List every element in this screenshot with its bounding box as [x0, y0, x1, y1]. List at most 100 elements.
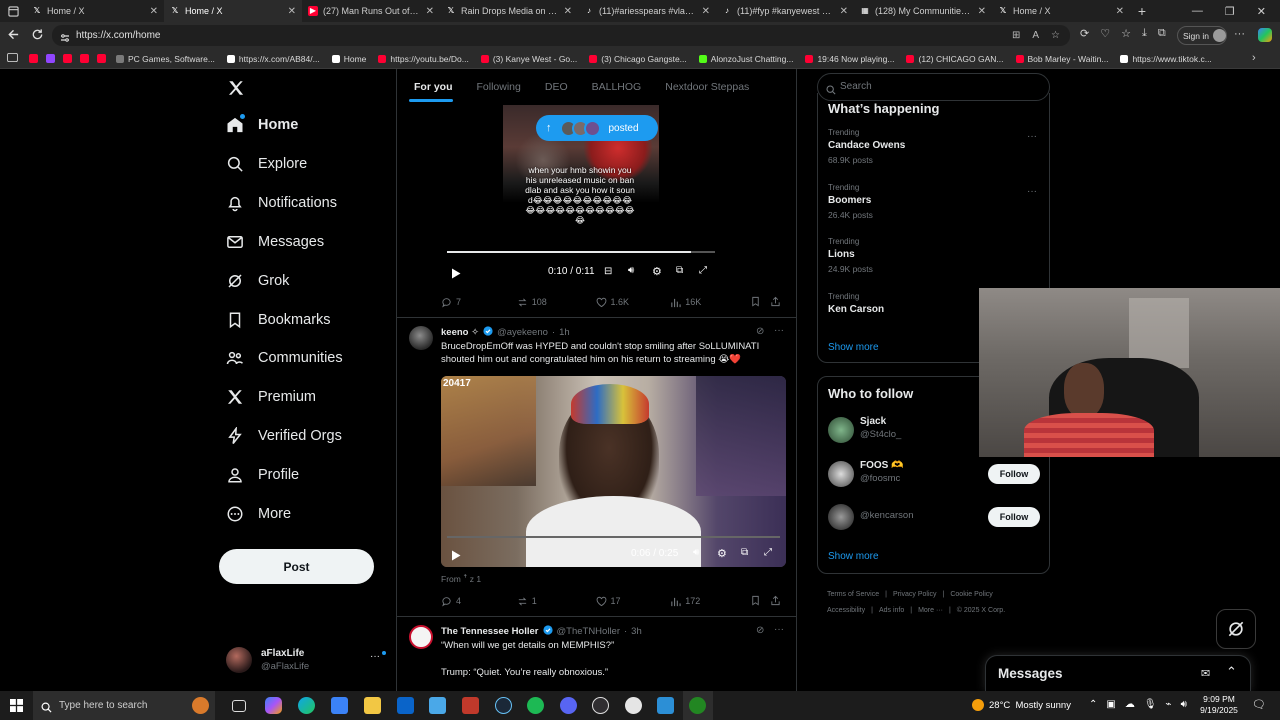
refresh-icon[interactable] — [31, 28, 44, 46]
footer-link[interactable]: Terms of Service — [827, 587, 879, 603]
app-icon[interactable] — [625, 697, 642, 714]
share-icon[interactable] — [770, 296, 781, 309]
video-progress-track[interactable] — [447, 251, 715, 253]
close-window-button[interactable]: ✕ — [1257, 5, 1266, 18]
account-switcher[interactable]: aFlaxLife @aFlaxLife ··· — [226, 645, 396, 679]
taskbar-search-input[interactable]: Type here to search — [33, 691, 215, 720]
tab-actions-icon[interactable] — [0, 0, 26, 22]
fullscreen-icon[interactable]: ⤢ — [764, 547, 772, 558]
bookmark-icon[interactable] — [750, 296, 770, 309]
avatar[interactable] — [409, 326, 433, 350]
collections-icon[interactable]: ⧉ — [1158, 27, 1166, 40]
outlook-icon[interactable] — [397, 697, 414, 714]
network-icon[interactable]: ⌁ — [1166, 699, 1172, 710]
feed-tab[interactable]: For you — [397, 69, 465, 105]
browser-tab[interactable]: 𝕏 Home / X ✕ — [992, 0, 1130, 22]
author-handle[interactable]: @ayekeeno — [497, 327, 548, 338]
footer-link[interactable]: Accessibility — [827, 603, 865, 619]
nav-item-premium[interactable]: Premium — [226, 388, 316, 406]
avatar[interactable] — [828, 504, 854, 530]
nav-item-profile[interactable]: Profile — [226, 466, 299, 484]
post-more-icon[interactable]: ··· — [774, 624, 784, 635]
store-icon[interactable] — [331, 697, 348, 714]
x-logo-icon[interactable] — [227, 79, 245, 102]
feed-tab[interactable]: Following — [465, 69, 533, 105]
grok-button[interactable] — [1216, 609, 1256, 649]
tweet[interactable]: The Tennessee Holler @TheTNHoller · 3h ⊘… — [397, 617, 797, 691]
views-button[interactable]: 16K — [670, 297, 750, 308]
url-input[interactable]: https://x.com/home ⊞ A ☆ — [52, 25, 1070, 46]
views-button[interactable]: 172 — [670, 596, 750, 607]
footer-link[interactable]: More ··· — [918, 603, 943, 619]
task-view-icon[interactable] — [232, 700, 246, 712]
volume-icon[interactable]: 🔊︎ — [1181, 699, 1187, 710]
source-attribution[interactable]: From ꜛ z 1 — [441, 574, 481, 584]
footer-link[interactable]: © 2025 X Corp. — [957, 603, 1005, 619]
show-hidden-icons-icon[interactable]: ⌃ — [1089, 699, 1097, 710]
bookmark-item[interactable]: (3) Kanye West - Go... — [475, 54, 583, 64]
pinned-site-icon[interactable] — [63, 54, 72, 63]
discord-icon[interactable] — [560, 697, 577, 714]
app-icon[interactable] — [462, 697, 479, 714]
footer-link[interactable]: Ads info — [879, 603, 904, 619]
file-explorer-icon[interactable] — [364, 697, 381, 714]
captions-icon[interactable]: ⊟ — [604, 266, 612, 277]
pinned-site-icon[interactable] — [80, 54, 89, 63]
nav-item-home[interactable]: Home — [226, 114, 298, 134]
pip-icon[interactable]: ⧉ — [676, 265, 683, 276]
bookmark-item[interactable]: https://x.com/AB84/... — [221, 54, 326, 64]
close-tab-icon[interactable]: ✕ — [1116, 6, 1124, 17]
author-handle[interactable]: @TheTNHoller — [557, 626, 621, 637]
nav-item-bookmarks[interactable]: Bookmarks — [226, 311, 331, 329]
nav-item-messages[interactable]: Messages — [226, 233, 324, 251]
minimize-button[interactable]: — — [1192, 5, 1203, 17]
new-posts-pill[interactable]: ↑ posted — [536, 115, 658, 141]
favorite-star-icon[interactable]: ☆ — [1051, 25, 1060, 46]
account-more-icon[interactable]: ··· — [370, 651, 380, 662]
trend-more-icon[interactable]: ··· — [1027, 131, 1037, 142]
browser-tab[interactable]: ▦ (128) My Communities - de ✕ — [854, 0, 992, 22]
post-more-icon[interactable]: ··· — [774, 325, 784, 336]
trend-more-icon[interactable]: ··· — [1027, 186, 1037, 197]
search-highlight-icon[interactable] — [192, 697, 209, 714]
bookmark-item[interactable]: Bob Marley - Waitin... — [1010, 54, 1115, 64]
close-tab-icon[interactable]: ✕ — [564, 6, 572, 17]
show-more-link[interactable]: Show more — [828, 551, 879, 562]
new-tab-button[interactable]: + — [1130, 3, 1154, 19]
back-arrow-icon[interactable] — [7, 28, 20, 46]
copilot-taskbar-icon[interactable] — [265, 697, 282, 714]
pinned-site-icon[interactable] — [97, 54, 106, 63]
play-icon[interactable] — [451, 548, 461, 566]
grok-icon[interactable]: ⊘ — [756, 326, 764, 337]
settings-more-icon[interactable]: ··· — [1234, 28, 1245, 40]
nav-item-notifications[interactable]: Notifications — [226, 194, 337, 212]
obs-icon[interactable] — [592, 697, 609, 714]
pinned-site-icon[interactable] — [46, 54, 55, 63]
edge-icon[interactable] — [298, 697, 315, 714]
app-icon[interactable] — [657, 697, 674, 714]
bookmark-item[interactable]: PC Games, Software... — [110, 54, 221, 64]
close-tab-icon[interactable]: ✕ — [150, 6, 158, 17]
bookmark-item[interactable]: (12) CHICAGO GAN... — [900, 54, 1009, 64]
fullscreen-icon[interactable]: ⤢ — [699, 265, 707, 276]
avatar[interactable] — [828, 460, 854, 487]
pinned-site-icon[interactable] — [29, 54, 38, 63]
tweet[interactable]: keeno ✧ @ayekeeno · 1h ⊘ ··· BruceDropEm… — [397, 318, 797, 616]
settings-gear-icon[interactable]: ⚙ — [717, 547, 727, 560]
feed-tab[interactable]: DEO — [533, 69, 580, 105]
browser-tab[interactable]: ♪ (11)#ariesspears #vladtv # ✕ — [578, 0, 716, 22]
sign-in-button[interactable]: Sign in — [1177, 26, 1227, 45]
like-button[interactable]: 1.6K — [596, 297, 671, 308]
restore-button[interactable]: ❐ — [1225, 5, 1235, 18]
browser-tab[interactable]: 𝕏 Home / X ✕ — [26, 0, 164, 22]
steam-icon[interactable] — [495, 697, 512, 714]
favorites-icon[interactable]: ☆ — [1121, 27, 1131, 40]
feed-tab[interactable]: BALLHOG — [580, 69, 654, 105]
nav-item-more[interactable]: More — [226, 505, 291, 523]
author-name[interactable]: keeno ✧ — [441, 327, 479, 338]
follow-button[interactable]: Follow — [988, 507, 1040, 527]
repost-button[interactable]: 1 — [517, 596, 596, 607]
bookmark-item[interactable]: Home — [326, 54, 373, 64]
browser-tab[interactable]: 𝕏 Home / X ✕ — [164, 0, 302, 22]
weather-widget[interactable]: 28°C Mostly sunny — [972, 699, 1071, 711]
